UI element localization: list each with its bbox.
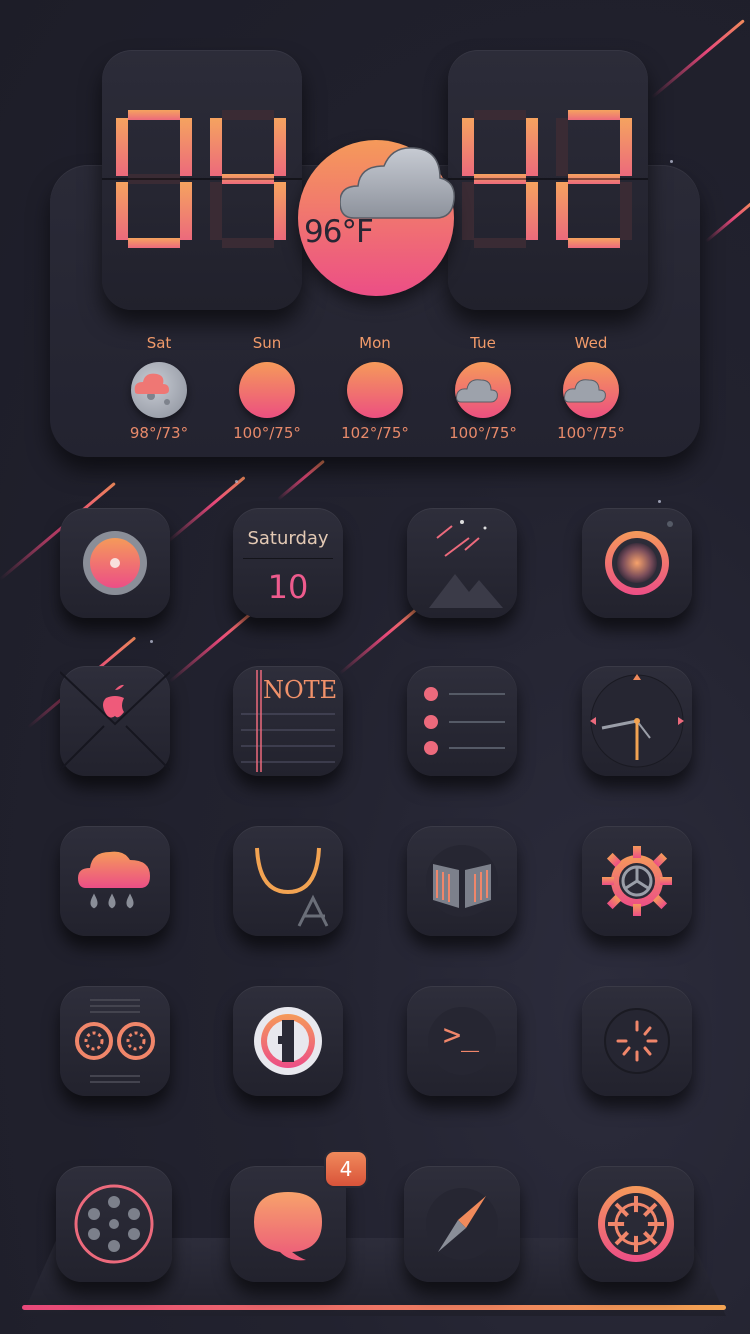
minute-card xyxy=(448,50,648,310)
sun-cloud-icon xyxy=(563,362,619,418)
camera-lens-icon xyxy=(605,521,673,595)
calendar-app-icon[interactable]: Saturday 10 xyxy=(233,508,343,618)
shopping-bag-icon xyxy=(255,847,329,927)
envelope-apple-icon xyxy=(60,671,170,771)
wallpaper-app-icon[interactable] xyxy=(407,508,517,618)
dock-photos-icon[interactable] xyxy=(56,1166,172,1282)
background-streak xyxy=(277,459,325,501)
background-streak xyxy=(651,19,745,99)
minute-digits xyxy=(462,110,632,248)
checklist-icon xyxy=(424,687,505,755)
forecast-day-label: Wed xyxy=(574,334,608,352)
messages-badge: 4 xyxy=(324,1150,368,1188)
notes-app-icon[interactable]: NOTE xyxy=(233,666,343,776)
forecast-temp: 98°/73° xyxy=(129,424,189,442)
terminal-prompt: >_ xyxy=(443,1018,480,1053)
sun-cloud-icon xyxy=(455,362,511,418)
app-store-icon[interactable] xyxy=(233,826,343,936)
forecast-temp: 100°/75° xyxy=(233,424,301,442)
dock-chrome-icon[interactable] xyxy=(578,1166,694,1282)
dock-accent-line xyxy=(22,1305,726,1310)
password-app-icon[interactable] xyxy=(233,986,343,1096)
hour-digits xyxy=(116,110,286,248)
mail-app-icon[interactable] xyxy=(60,666,170,776)
film-reel-icon xyxy=(74,1184,154,1264)
calendar-weekday: Saturday xyxy=(247,528,329,549)
notes-title: NOTE xyxy=(263,676,338,704)
forecast-day-label: Sun xyxy=(252,334,282,352)
camera-app-icon[interactable] xyxy=(582,508,692,618)
settings-app-icon[interactable] xyxy=(582,826,692,936)
sun-icon xyxy=(347,362,403,418)
compass-icon xyxy=(426,1188,498,1260)
record-icon xyxy=(83,531,147,595)
weather-app-icon[interactable] xyxy=(60,826,170,936)
forecast-mon: Mon 102°/75° xyxy=(320,334,430,442)
calendar-date: 10 xyxy=(267,568,309,606)
moon-cloud-icon xyxy=(131,362,187,418)
sun-icon xyxy=(239,362,295,418)
star xyxy=(670,160,673,163)
forecast-day-label: Mon xyxy=(359,334,391,352)
gear-icon xyxy=(602,846,672,916)
forecast-wed: Wed 100°/75° xyxy=(536,334,646,442)
mountain-meteor-icon xyxy=(429,520,503,608)
cassette-icon xyxy=(75,999,155,1083)
books-app-icon[interactable] xyxy=(407,826,517,936)
open-book-icon xyxy=(426,845,498,917)
rain-cloud-icon xyxy=(78,851,150,909)
record-app-icon[interactable] xyxy=(60,508,170,618)
forecast-day-label: Sat xyxy=(146,334,172,352)
terminal-app-icon[interactable]: >_ xyxy=(407,986,517,1096)
current-temperature: 96°F xyxy=(304,214,374,250)
keyhole-icon xyxy=(254,1007,322,1075)
hour-card xyxy=(102,50,302,310)
spinner-icon xyxy=(604,1008,670,1074)
clock-app-icon[interactable] xyxy=(582,666,692,776)
star xyxy=(150,640,153,643)
forecast-temp: 100°/75° xyxy=(449,424,517,442)
star xyxy=(235,480,238,483)
forecast-tue: Tue 100°/75° xyxy=(428,334,538,442)
star xyxy=(658,500,661,503)
background-streak xyxy=(705,201,750,243)
analog-clock-icon xyxy=(590,674,684,768)
forecast-temp: 102°/75° xyxy=(341,424,409,442)
forecast-sun: Sun 100°/75° xyxy=(212,334,322,442)
background-streak xyxy=(339,608,418,675)
wheel-icon xyxy=(598,1186,674,1262)
forecast-day-label: Tue xyxy=(470,334,496,352)
forecast-sat: Sat 98°/73° xyxy=(104,334,214,442)
forecast-temp: 100°/75° xyxy=(557,424,625,442)
reminders-app-icon[interactable] xyxy=(407,666,517,776)
podcasts-app-icon[interactable] xyxy=(60,986,170,1096)
dock-safari-icon[interactable] xyxy=(404,1166,520,1282)
loading-app-icon[interactable] xyxy=(582,986,692,1096)
